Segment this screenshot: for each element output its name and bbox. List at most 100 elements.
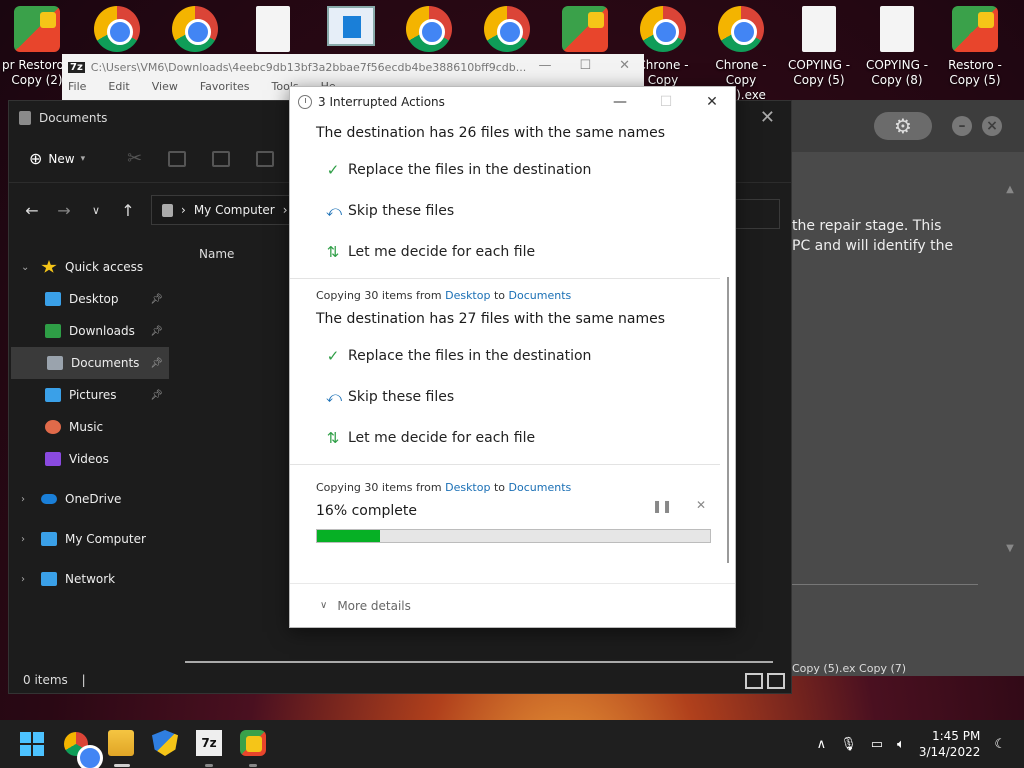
back-arrow-icon[interactable]: ← [23, 201, 41, 220]
network-icon[interactable]: ▭ [871, 737, 883, 752]
restoro-scrollbar[interactable]: ▲ ▼ [1006, 184, 1014, 554]
replace-files-option[interactable]: ✓ Replace the files in the destination [316, 149, 720, 190]
close-icon[interactable]: × [982, 116, 1002, 136]
close-icon[interactable]: ✕ [619, 58, 630, 73]
restoro-taskbar-icon[interactable] [240, 730, 266, 756]
source-link[interactable]: Desktop [445, 481, 490, 494]
forward-arrow-icon[interactable]: → [55, 201, 73, 220]
decide-each-file-option[interactable]: ⇅ Let me decide for each file [316, 231, 720, 272]
desktop-icon-restoro[interactable]: Restoro - Copy (5) [938, 4, 1012, 88]
menu-item[interactable]: View [152, 80, 178, 93]
replace-files-option[interactable]: ✓ Replace the files in the destination [316, 335, 720, 376]
copy-icon[interactable] [168, 150, 187, 167]
sidebar-item-quick-access[interactable]: ⌄ Quick access [9, 251, 169, 283]
sidebar-item-music[interactable]: Music [9, 411, 169, 443]
chrome-icon [640, 6, 686, 52]
horizontal-scrollbar[interactable] [185, 661, 773, 663]
chevron-right-icon[interactable]: › [21, 574, 33, 585]
volume-icon[interactable]: 🔈︎ [897, 737, 905, 752]
restoro-icon [562, 6, 608, 52]
desktop-icon-app[interactable] [314, 4, 388, 52]
skip-arrow-icon: ⤺ [326, 201, 343, 220]
microphone-icon[interactable]: 🎙︎ [840, 737, 857, 752]
sidebar-item-label: Desktop [69, 292, 119, 306]
scroll-down-icon[interactable]: ▼ [1006, 543, 1014, 554]
network-icon [41, 572, 57, 586]
sidebar-item-documents[interactable]: Documents 📌︎ [11, 347, 169, 379]
section-heading: The destination has 26 files with the sa… [316, 125, 666, 141]
sidebar-item-label: Videos [69, 452, 109, 466]
chevron-right-icon[interactable]: › [21, 534, 33, 545]
desktop-icon-file[interactable]: COPYING - Copy (5) [782, 4, 856, 88]
sidebar-item-desktop[interactable]: Desktop 📌︎ [9, 283, 169, 315]
explorer-close-icon[interactable]: ✕ [760, 107, 775, 128]
maximize-icon[interactable]: ☐ [579, 58, 591, 73]
close-icon[interactable]: ✕ [689, 87, 735, 117]
skip-files-option[interactable]: ⤺ Skip these files [316, 376, 720, 417]
gear-icon[interactable]: ⚙ [874, 112, 932, 140]
more-details-label: More details [337, 598, 411, 613]
desktop-icon-file[interactable]: COPYING - Copy (8) [860, 4, 934, 88]
desktop-icon-restoro[interactable] [548, 4, 622, 58]
minimize-icon[interactable]: — [538, 58, 551, 73]
destination-link[interactable]: Documents [509, 289, 572, 302]
desktop-icon-label: COPYING - Copy (8) [865, 58, 929, 87]
tiles-view-icon[interactable] [767, 673, 785, 689]
sidebar-item-downloads[interactable]: Downloads 📌︎ [9, 315, 169, 347]
clock[interactable]: 1:45 PM 3/14/2022 [919, 728, 981, 760]
source-link[interactable]: Desktop [445, 289, 490, 302]
sidebar-item-pictures[interactable]: Pictures 📌︎ [9, 379, 169, 411]
chrome-icon [94, 6, 140, 52]
search-input[interactable] [734, 199, 780, 229]
minimize-icon[interactable]: — [597, 87, 643, 117]
chevron-down-icon[interactable]: ⌄ [21, 262, 33, 273]
restoro-window: ⚙ – × the repair stage. This PC and will… [792, 100, 1024, 676]
menu-item[interactable]: Favorites [200, 80, 250, 93]
pin-icon[interactable]: 📌︎ [150, 358, 163, 369]
skip-files-option[interactable]: ⤺ Skip these files [316, 190, 720, 231]
desktop-icon-chrome[interactable] [80, 4, 154, 58]
file-explorer-taskbar-icon[interactable] [108, 730, 134, 756]
sidebar-item-my-computer[interactable]: › My Computer [9, 523, 169, 555]
menu-item[interactable]: File [68, 80, 86, 93]
chevron-up-icon[interactable]: ∧ [817, 737, 827, 752]
chrome-icon [718, 6, 764, 52]
desktop-icon-file[interactable] [236, 4, 310, 58]
chrome-taskbar-icon[interactable] [64, 732, 103, 768]
clock-icon [298, 95, 312, 109]
chevron-right-icon[interactable]: › [21, 494, 33, 505]
minimize-icon[interactable]: – [952, 116, 972, 136]
desktop-icon-chrome[interactable] [392, 4, 466, 58]
details-view-icon[interactable] [745, 673, 763, 689]
documents-icon [19, 111, 31, 125]
new-button[interactable]: ⊕ New ▾ [29, 149, 85, 168]
sidebar-item-videos[interactable]: Videos [9, 443, 169, 475]
pin-icon[interactable]: 📌︎ [150, 294, 163, 305]
shield-icon[interactable] [152, 730, 178, 756]
scroll-up-icon[interactable]: ▲ [1006, 184, 1014, 195]
start-button[interactable] [20, 732, 44, 756]
desktop-icon-chrome[interactable] [470, 4, 544, 58]
sidebar-item-network[interactable]: › Network [9, 563, 169, 595]
paste-icon[interactable] [212, 150, 231, 167]
up-arrow-icon[interactable]: ↑ [119, 201, 137, 220]
menu-item[interactable]: Edit [108, 80, 129, 93]
7zip-taskbar-icon[interactable]: 7z [196, 730, 222, 756]
destination-link[interactable]: Documents [509, 481, 572, 494]
moon-icon[interactable]: ☾ [994, 737, 1006, 752]
more-details-button[interactable]: ∨ More details [290, 583, 735, 627]
pause-icon[interactable]: ❚❚ [652, 499, 672, 513]
recent-chevron-icon[interactable]: ∨ [87, 204, 105, 217]
7zip-logo-icon: 7z [68, 61, 85, 73]
desktop-icon-chrome[interactable] [158, 4, 232, 58]
pin-icon[interactable]: 📌︎ [150, 326, 163, 337]
cancel-icon[interactable]: ✕ [696, 498, 706, 512]
rename-icon[interactable] [256, 150, 275, 167]
cut-icon[interactable]: ✂ [127, 148, 142, 169]
pin-icon[interactable]: 📌︎ [150, 390, 163, 401]
sidebar-item-label: OneDrive [65, 492, 122, 506]
decide-each-file-option[interactable]: ⇅ Let me decide for each file [316, 417, 720, 458]
sidebar-item-onedrive[interactable]: › OneDrive [9, 483, 169, 515]
dialog-scrollbar[interactable] [727, 277, 729, 563]
column-header-name[interactable]: Name [199, 247, 234, 261]
